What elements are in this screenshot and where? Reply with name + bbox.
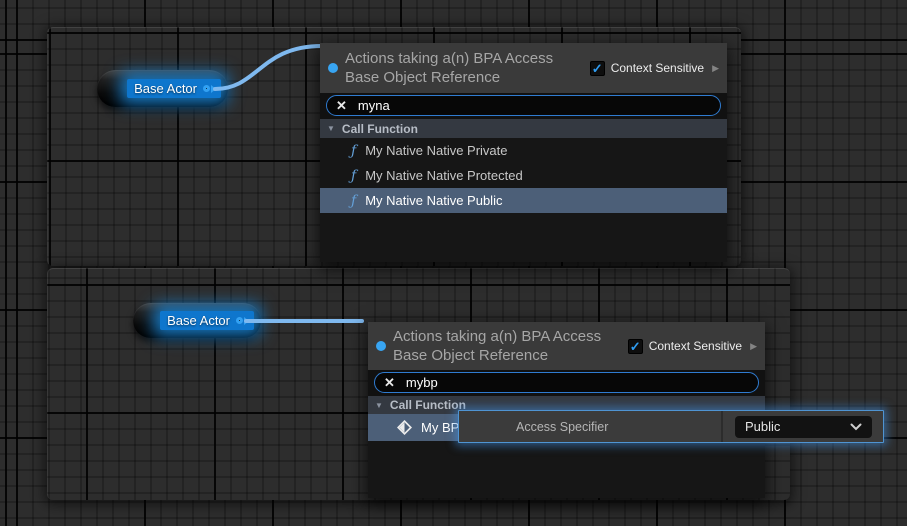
menu-title: Actions taking a(n) BPA Access Base Obje…: [393, 327, 601, 365]
blueprint-graph-canvas[interactable]: Base Actor Base Actor Actions taking a(n…: [0, 0, 907, 526]
node-label: Base Actor: [134, 81, 197, 96]
access-specifier-label: Access Specifier: [516, 420, 721, 434]
category-call-function[interactable]: ▼ Call Function: [320, 119, 727, 138]
node-label-highlight: Base Actor: [160, 311, 254, 330]
context-menu-top: Actions taking a(n) BPA Access Base Obje…: [320, 43, 727, 262]
context-sensitive-checkbox[interactable]: ✓: [628, 339, 643, 354]
search-area: ✕: [320, 93, 727, 119]
menu-item-my-native-native-private[interactable]: ƒ My Native Native Private: [320, 138, 727, 163]
search-area: ✕: [368, 370, 765, 396]
divider: [721, 411, 723, 442]
context-sensitive-label: Context Sensitive: [611, 61, 704, 75]
expand-arrow-icon[interactable]: ▶: [750, 341, 757, 352]
access-specifier-tooltip: Access Specifier Public: [458, 410, 884, 443]
search-box: ✕: [326, 95, 721, 116]
context-sensitive-control: ✓ Context Sensitive ▶: [628, 339, 757, 354]
object-pin-type-icon: [376, 341, 386, 351]
node-label-highlight: Base Actor: [127, 79, 221, 98]
search-box: ✕: [374, 372, 759, 393]
clear-search-icon[interactable]: ✕: [336, 99, 347, 112]
context-sensitive-checkbox[interactable]: ✓: [590, 61, 605, 76]
node-label: Base Actor: [167, 313, 230, 328]
menu-item-list: ƒ My Native Native Private ƒ My Native N…: [320, 138, 727, 262]
access-specifier-dropdown[interactable]: Public: [735, 416, 872, 438]
check-icon: ✓: [592, 61, 603, 76]
base-actor-node-top[interactable]: Base Actor: [97, 70, 228, 107]
blueprint-function-icon: [397, 420, 412, 435]
function-icon: ƒ: [351, 144, 356, 158]
menu-item-my-native-native-public[interactable]: ƒ My Native Native Public: [320, 188, 727, 213]
search-input[interactable]: [358, 98, 711, 113]
base-actor-node-bottom[interactable]: Base Actor: [133, 303, 261, 338]
context-sensitive-label: Context Sensitive: [649, 339, 742, 353]
search-input[interactable]: [406, 375, 749, 390]
collapse-arrow-icon: ▼: [375, 401, 383, 410]
chevron-down-icon: [850, 423, 862, 431]
menu-header: Actions taking a(n) BPA Access Base Obje…: [320, 43, 727, 93]
expand-arrow-icon[interactable]: ▶: [712, 63, 719, 74]
menu-item-my-native-native-protected[interactable]: ƒ My Native Native Protected: [320, 163, 727, 188]
collapse-arrow-icon: ▼: [327, 124, 335, 133]
check-icon: ✓: [630, 339, 641, 354]
menu-header: Actions taking a(n) BPA Access Base Obje…: [368, 322, 765, 370]
function-icon: ƒ: [351, 169, 356, 183]
clear-search-icon[interactable]: ✕: [384, 376, 395, 389]
context-sensitive-control: ✓ Context Sensitive ▶: [590, 61, 719, 76]
object-pin-type-icon: [328, 63, 338, 73]
menu-title: Actions taking a(n) BPA Access Base Obje…: [345, 49, 553, 87]
function-icon: ƒ: [351, 194, 356, 208]
